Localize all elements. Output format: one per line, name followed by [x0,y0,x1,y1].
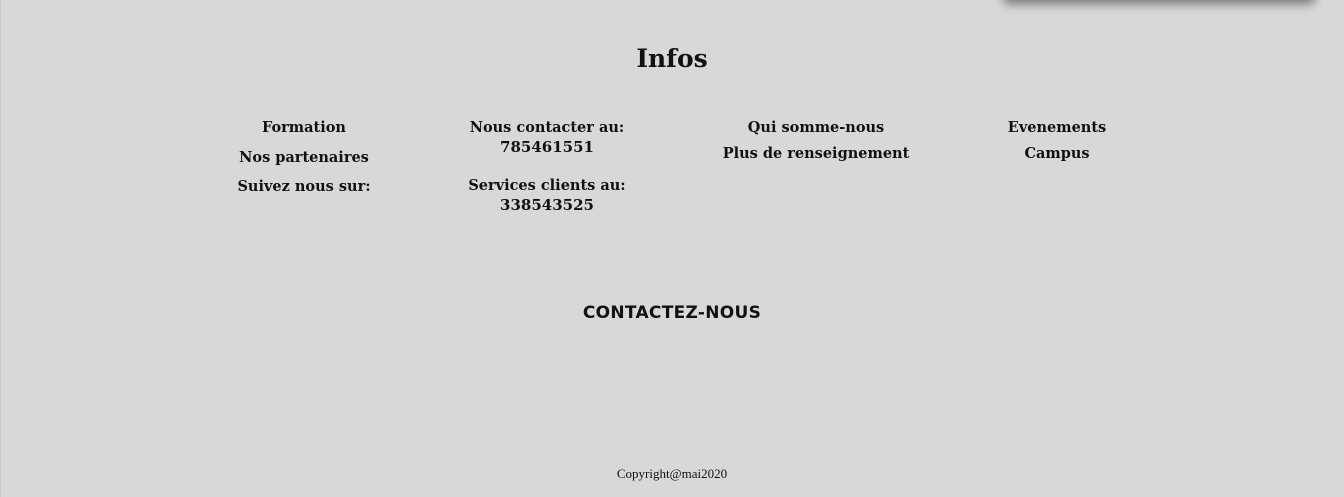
contact-label: Nous contacter au: [469,119,625,136]
contact-phone-number: 785461551 [500,138,594,156]
footer-column-about: Qui somme-nous Plus de renseignement [706,118,926,164]
link-qui-somme-nous[interactable]: Qui somme-nous [706,118,926,138]
link-formation[interactable]: Formation [204,118,404,138]
link-evenements[interactable]: Evenements [957,118,1157,138]
link-campus[interactable]: Campus [957,144,1157,164]
contact-heading: CONTACTEZ-NOUS [582,303,762,323]
link-partenaires[interactable]: Nos partenaires [204,148,404,168]
services-phone-number: 338543525 [500,196,594,214]
footer-column-contact: Nous contacter au: 785461551 Services cl… [447,118,647,214]
copyright-text: Copyright@mai2020 [616,466,728,481]
services-label: Services clients au: [468,177,626,194]
footer-column-events: Evenements Campus [957,118,1157,164]
footer-column-formation: Formation Nos partenaires Suivez nous su… [204,118,404,197]
follow-us-label: Suivez nous sur: [237,178,371,195]
infos-heading: Infos [636,44,708,73]
link-renseignement[interactable]: Plus de renseignement [706,144,926,164]
